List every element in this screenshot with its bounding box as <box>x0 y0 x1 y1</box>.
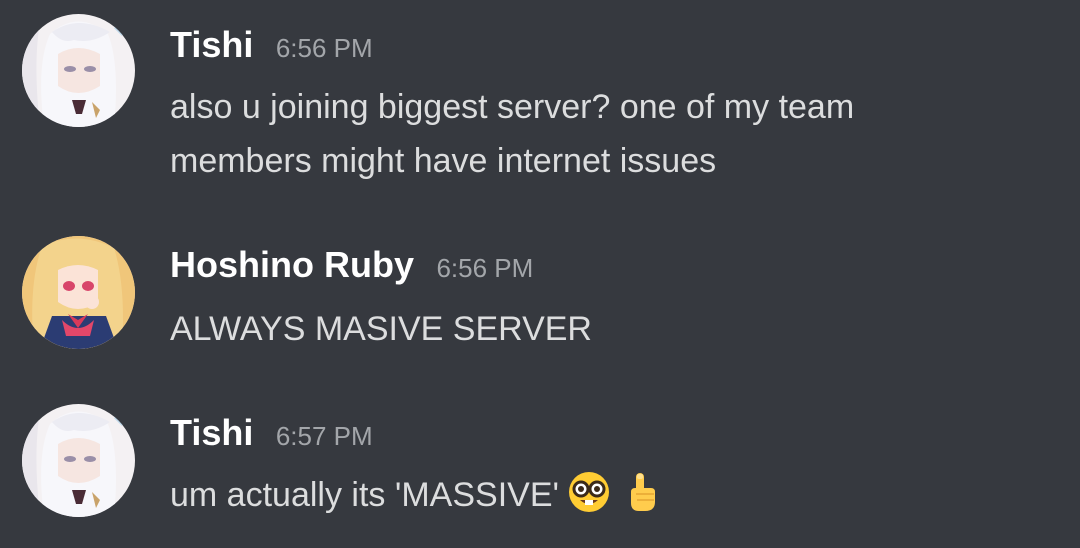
message-line: um actually its 'MASSIVE' <box>170 476 559 514</box>
message-line: also u joining biggest server? one of my… <box>170 88 855 126</box>
avatar-tishi[interactable] <box>22 404 135 517</box>
nerd-face-emoji-icon[interactable] <box>567 470 611 514</box>
avatar-hoshino-ruby[interactable] <box>22 236 135 349</box>
author-name[interactable]: Tishi <box>170 412 253 454</box>
message-item: Hoshino Ruby 6:56 PM ALWAYS MASIVE SERVE… <box>0 222 1080 372</box>
message-content: also u joining biggest server? one of my… <box>170 80 854 188</box>
message-item: Tishi 6:57 PM um actually its 'MASSIVE' <box>0 390 1080 548</box>
message-line: members might have internet issues <box>170 142 717 180</box>
message-content: um actually its 'MASSIVE' <box>170 468 663 522</box>
message-timestamp[interactable]: 6:56 PM <box>436 253 533 284</box>
message-line: ALWAYS MASIVE SERVER <box>170 310 592 348</box>
message-content: ALWAYS MASIVE SERVER <box>170 302 592 356</box>
message-item: Tishi 6:56 PM also u joining biggest ser… <box>0 0 1080 200</box>
avatar-tishi[interactable] <box>22 14 135 127</box>
chat-message-list: Tishi 6:56 PM also u joining biggest ser… <box>0 0 1080 548</box>
author-name[interactable]: Hoshino Ruby <box>170 244 414 286</box>
message-timestamp[interactable]: 6:57 PM <box>276 421 373 452</box>
message-timestamp[interactable]: 6:56 PM <box>276 33 373 64</box>
pointing-up-emoji-icon[interactable] <box>619 470 663 514</box>
author-name[interactable]: Tishi <box>170 24 253 66</box>
